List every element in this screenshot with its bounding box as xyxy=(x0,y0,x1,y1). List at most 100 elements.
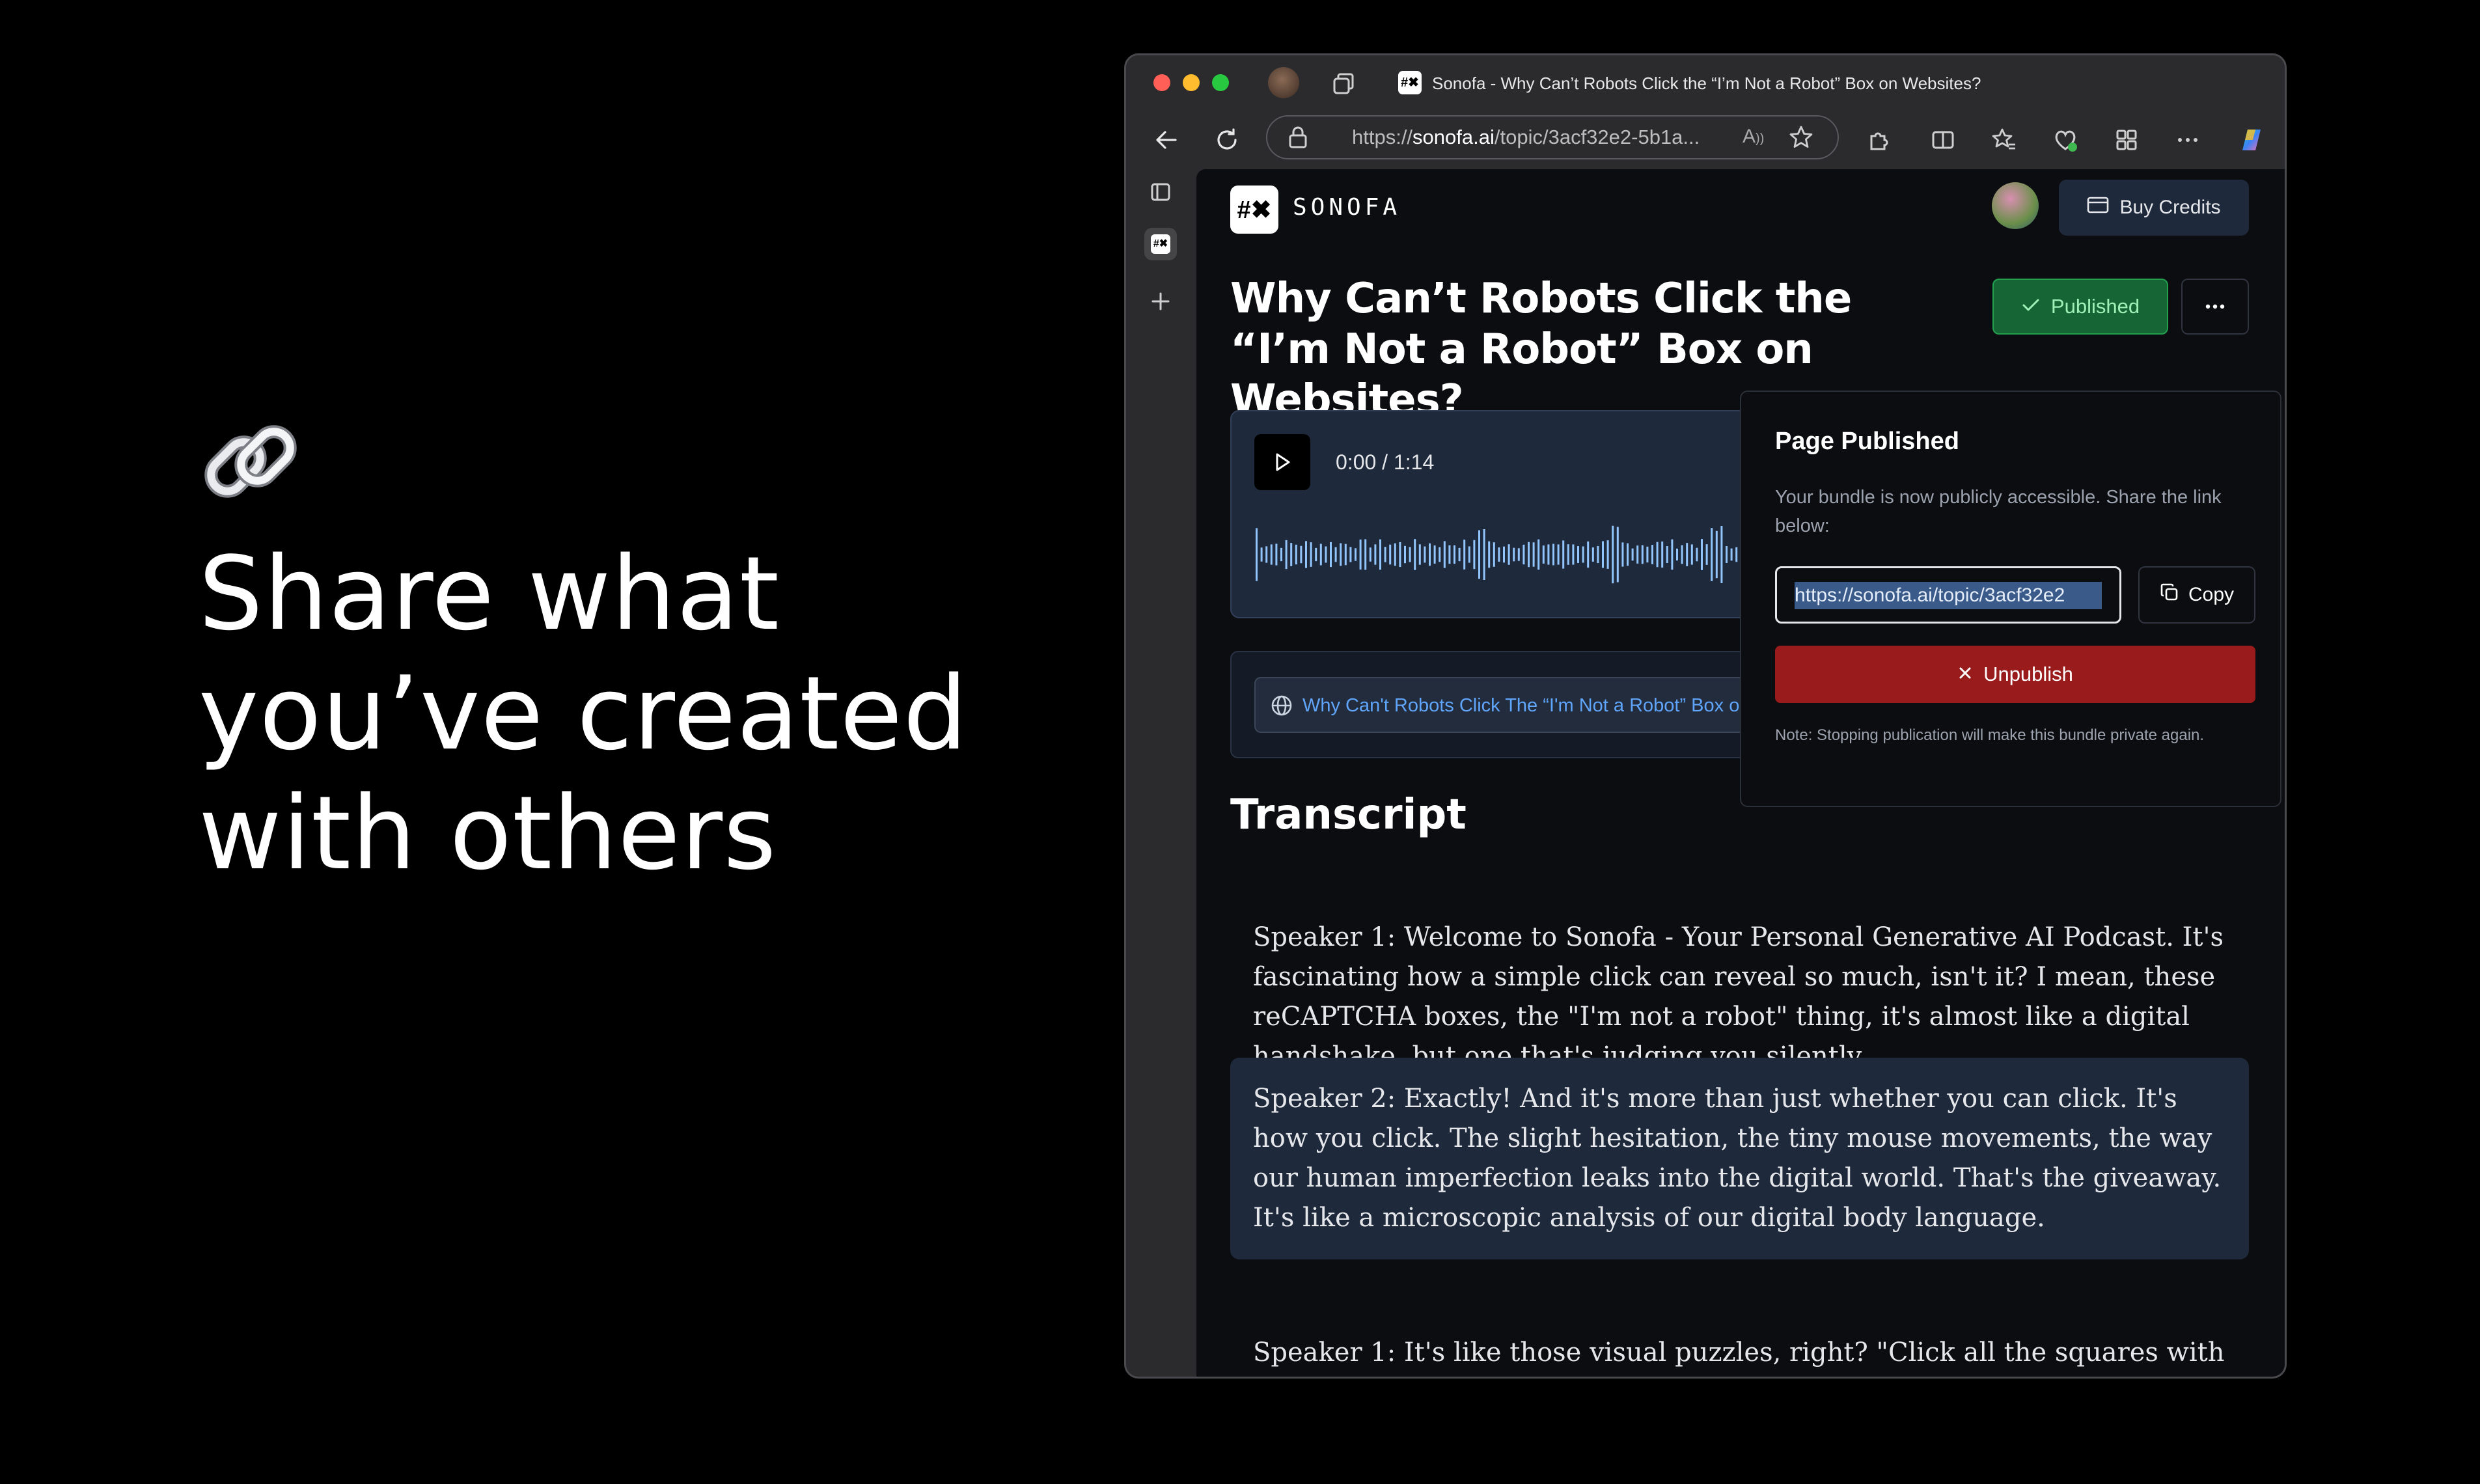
waveform-bar xyxy=(1567,544,1569,565)
tab-favicon: #✖ xyxy=(1398,71,1422,94)
check-icon xyxy=(2021,295,2041,318)
waveform-bar xyxy=(1379,539,1381,570)
waveform-bar xyxy=(1399,542,1401,568)
waveform-bar xyxy=(1340,543,1342,566)
waveform-bar xyxy=(1572,544,1575,565)
waveform-bar xyxy=(1319,543,1322,566)
transcript-paragraph: Speaker 1: It's like those visual puzzle… xyxy=(1253,1338,2225,1367)
waveform-bar xyxy=(1730,548,1733,561)
vertical-tab-sonofa[interactable]: #✖ xyxy=(1144,228,1177,260)
close-window-button[interactable] xyxy=(1153,74,1170,91)
sonofa-logo-mark[interactable]: #✖ xyxy=(1230,186,1278,234)
user-avatar[interactable] xyxy=(1992,182,2039,229)
vertical-tabs-sidebar: #✖ xyxy=(1126,169,1196,1377)
read-aloud-icon[interactable]: A)) xyxy=(1743,126,1764,148)
waveform-bar xyxy=(1414,539,1416,570)
link-emoji-icon xyxy=(199,410,303,514)
waveform-bar xyxy=(1537,539,1540,570)
waveform-bar xyxy=(1646,546,1649,563)
waveform-bar xyxy=(1389,544,1392,565)
waveform-bar xyxy=(1443,541,1446,568)
waveform-bar xyxy=(1369,547,1371,562)
web-page: #✖ SONOFA Buy Credits Why Can’t Robots C… xyxy=(1196,169,2285,1377)
waveform-bar xyxy=(1681,545,1683,564)
sonofa-logo-text[interactable]: SONOFA xyxy=(1293,194,1401,221)
more-actions-button[interactable] xyxy=(2181,279,2249,335)
globe-icon xyxy=(1270,694,1293,721)
buy-credits-label: Buy Credits xyxy=(2119,197,2221,218)
waveform-bar xyxy=(1433,545,1436,564)
waveform-bar xyxy=(1424,546,1426,563)
published-label: Published xyxy=(2050,295,2140,318)
waveform-bar xyxy=(1577,546,1579,563)
waveform-bar xyxy=(1404,545,1406,564)
maximize-window-button[interactable] xyxy=(1212,74,1229,91)
copy-link-button[interactable]: Copy xyxy=(2138,566,2255,624)
waveform-bar xyxy=(1315,547,1317,562)
waveform-bar xyxy=(1488,541,1491,568)
waveform-bar xyxy=(1715,530,1718,579)
waveform-bar xyxy=(1295,544,1297,565)
favorites-icon[interactable] xyxy=(1987,122,2022,158)
waveform-bar xyxy=(1528,542,1530,568)
copilot-icon[interactable] xyxy=(2234,122,2269,158)
tab-title[interactable]: Sonofa - Why Can’t Robots Click the “I’m… xyxy=(1432,71,1981,96)
waveform-bar xyxy=(1591,547,1594,562)
waveform-bar xyxy=(1280,547,1282,562)
waveform-bar xyxy=(1587,541,1590,568)
transcript-paragraph-highlighted: Speaker 2: Exactly! And it's more than j… xyxy=(1230,1058,2249,1259)
more-options-icon[interactable] xyxy=(2170,122,2205,158)
lock-icon[interactable] xyxy=(1287,126,1309,152)
waveform-bar xyxy=(1671,539,1674,570)
waveform-bar xyxy=(1384,547,1386,562)
address-bar[interactable]: https://sonofa.ai/topic/3acf32e2-5b1a...… xyxy=(1266,115,1839,159)
browser-essentials-icon[interactable] xyxy=(2048,122,2083,158)
popover-description: Your bundle is now publicly accessible. … xyxy=(1775,487,2222,536)
title-bar: #✖ Sonofa - Why Can’t Robots Click the “… xyxy=(1126,55,2285,111)
buy-credits-button[interactable]: Buy Credits xyxy=(2059,180,2249,236)
waveform-bar xyxy=(1364,539,1367,570)
waveform-bar xyxy=(1374,544,1377,565)
waveform-bar xyxy=(1503,546,1505,563)
published-button[interactable]: Published xyxy=(1992,279,2168,335)
waveform-bar xyxy=(1349,547,1352,562)
popover-note: Note: Stopping publication will make thi… xyxy=(1775,726,2205,744)
waveform-bar xyxy=(1394,543,1396,566)
waveform-bar xyxy=(1260,547,1263,562)
favorite-star-icon[interactable] xyxy=(1788,124,1814,154)
waveform-bar xyxy=(1429,543,1431,566)
browser-window: #✖ Sonofa - Why Can’t Robots Click the “… xyxy=(1124,53,2287,1379)
waveform-bar xyxy=(1621,542,1624,567)
back-arrow-icon[interactable] xyxy=(1149,122,1184,158)
waveform-bar xyxy=(1330,542,1332,568)
waveform-bar xyxy=(1448,545,1451,564)
refresh-icon[interactable] xyxy=(1209,122,1245,158)
waveform-bar xyxy=(1552,543,1554,566)
minimize-window-button[interactable] xyxy=(1183,74,1200,91)
waveform-bar xyxy=(1463,540,1466,570)
waveform-bar xyxy=(1513,547,1515,562)
audio-waveform[interactable] xyxy=(1254,522,1775,587)
waveform-bar xyxy=(1439,547,1441,562)
waveform-bar xyxy=(1468,546,1470,563)
waveform-bar xyxy=(1636,545,1639,564)
play-button[interactable] xyxy=(1254,434,1310,490)
tab-actions-icon[interactable] xyxy=(1329,70,1358,98)
transcript-paragraph: Speaker 1: Welcome to Sonofa - Your Pers… xyxy=(1253,922,2224,1071)
collections-icon[interactable] xyxy=(2109,122,2144,158)
waveform-bar xyxy=(1522,544,1525,565)
waveform-bar xyxy=(1627,543,1629,566)
waveform-bar xyxy=(1265,546,1268,563)
url-text[interactable]: https://sonofa.ai/topic/3acf32e2-5b1a... xyxy=(1352,117,1700,158)
sidebar-toggle-icon[interactable] xyxy=(1144,176,1177,208)
waveform-bar xyxy=(1701,539,1703,570)
split-screen-icon[interactable] xyxy=(1925,122,1961,158)
new-tab-plus-icon[interactable] xyxy=(1144,285,1177,318)
share-link-value[interactable]: https://sonofa.ai/topic/3acf32e2 xyxy=(1795,582,2102,609)
waveform-bar xyxy=(1409,547,1411,562)
profile-avatar[interactable] xyxy=(1268,67,1299,98)
extensions-icon[interactable] xyxy=(1862,122,1897,158)
unpublish-button[interactable]: Unpublish xyxy=(1775,646,2255,703)
waveform-bar xyxy=(1256,528,1258,581)
waveform-bar xyxy=(1300,545,1302,564)
